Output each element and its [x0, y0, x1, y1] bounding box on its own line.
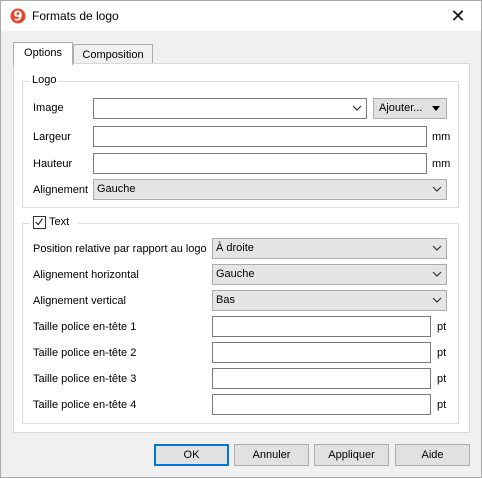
font-size-h2-label: Taille police en-tête 2	[33, 347, 137, 359]
relative-position-label: Position relative par rapport au logo	[33, 243, 207, 255]
width-input[interactable]	[93, 126, 427, 147]
font-size-h4-input[interactable]	[212, 394, 431, 415]
chevron-down-icon	[432, 271, 442, 277]
chevron-down-icon	[352, 105, 362, 111]
title-bar: 9 Formats de logo ✕	[1, 1, 481, 31]
apply-button[interactable]: Appliquer	[314, 444, 389, 466]
font-size-h3-input[interactable]	[212, 368, 431, 389]
height-unit: mm	[432, 158, 451, 170]
image-label: Image	[33, 102, 64, 114]
alignment-select[interactable]: Gauche	[93, 179, 447, 200]
alignment-select-value: Gauche	[97, 183, 136, 195]
dropdown-arrow-icon	[432, 106, 440, 111]
font-size-h2-unit: pt	[437, 347, 447, 359]
help-button-label: Aide	[421, 449, 444, 461]
v-align-label: Alignement vertical	[33, 295, 126, 307]
font-size-h1-unit: pt	[437, 321, 447, 333]
add-image-button[interactable]: Ajouter...	[373, 98, 447, 119]
image-select[interactable]	[93, 98, 367, 119]
alignment-label: Alignement	[33, 184, 89, 196]
apply-button-label: Appliquer	[328, 449, 375, 461]
font-size-h4-unit: pt	[437, 399, 447, 411]
ok-button-label: OK	[183, 449, 200, 461]
options-panel: Logo Image Ajouter... Largeur mm Hauteur…	[13, 63, 470, 433]
width-unit: mm	[432, 131, 451, 143]
tab-composition-label: Composition	[82, 49, 144, 61]
relative-position-select-value: À droite	[216, 242, 254, 254]
font-size-h2-input[interactable]	[212, 342, 431, 363]
cancel-button-label: Annuler	[252, 449, 291, 461]
font-size-h4-label: Taille police en-tête 4	[33, 399, 137, 411]
chevron-down-icon	[432, 186, 442, 192]
height-label: Hauteur	[33, 158, 73, 170]
text-checkbox-label: Text	[49, 216, 70, 228]
checkmark-icon	[35, 218, 43, 226]
chevron-down-icon	[432, 245, 442, 251]
tab-options[interactable]: Options	[13, 42, 73, 65]
h-align-select[interactable]: Gauche	[212, 264, 447, 285]
add-image-button-label: Ajouter...	[379, 102, 423, 114]
chevron-down-icon	[432, 297, 442, 303]
app-logo-icon: 9	[10, 8, 26, 24]
help-button[interactable]: Aide	[395, 444, 470, 466]
v-align-select-value: Bas	[216, 294, 235, 306]
font-size-h1-label: Taille police en-tête 1	[33, 321, 137, 333]
window-title: Formats de logo	[32, 9, 119, 23]
relative-position-select[interactable]: À droite	[212, 238, 447, 259]
text-checkbox[interactable]	[33, 216, 46, 229]
v-align-select[interactable]: Bas	[212, 290, 447, 311]
close-icon: ✕	[450, 6, 466, 26]
width-label: Largeur	[33, 131, 71, 143]
h-align-select-value: Gauche	[216, 268, 255, 280]
font-size-h1-input[interactable]	[212, 316, 431, 337]
cancel-button[interactable]: Annuler	[234, 444, 309, 466]
font-size-h3-unit: pt	[437, 373, 447, 385]
height-input[interactable]	[93, 153, 427, 174]
h-align-label: Alignement horizontal	[33, 269, 139, 281]
dialog-window: 9 Formats de logo ✕ Options Composition …	[0, 0, 482, 478]
tab-options-label: Options	[24, 47, 62, 59]
close-button[interactable]: ✕	[435, 1, 481, 31]
logo-group-legend: Logo	[30, 74, 59, 86]
font-size-h3-label: Taille police en-tête 3	[33, 373, 137, 385]
svg-text:9: 9	[13, 10, 22, 25]
ok-button[interactable]: OK	[154, 444, 229, 466]
